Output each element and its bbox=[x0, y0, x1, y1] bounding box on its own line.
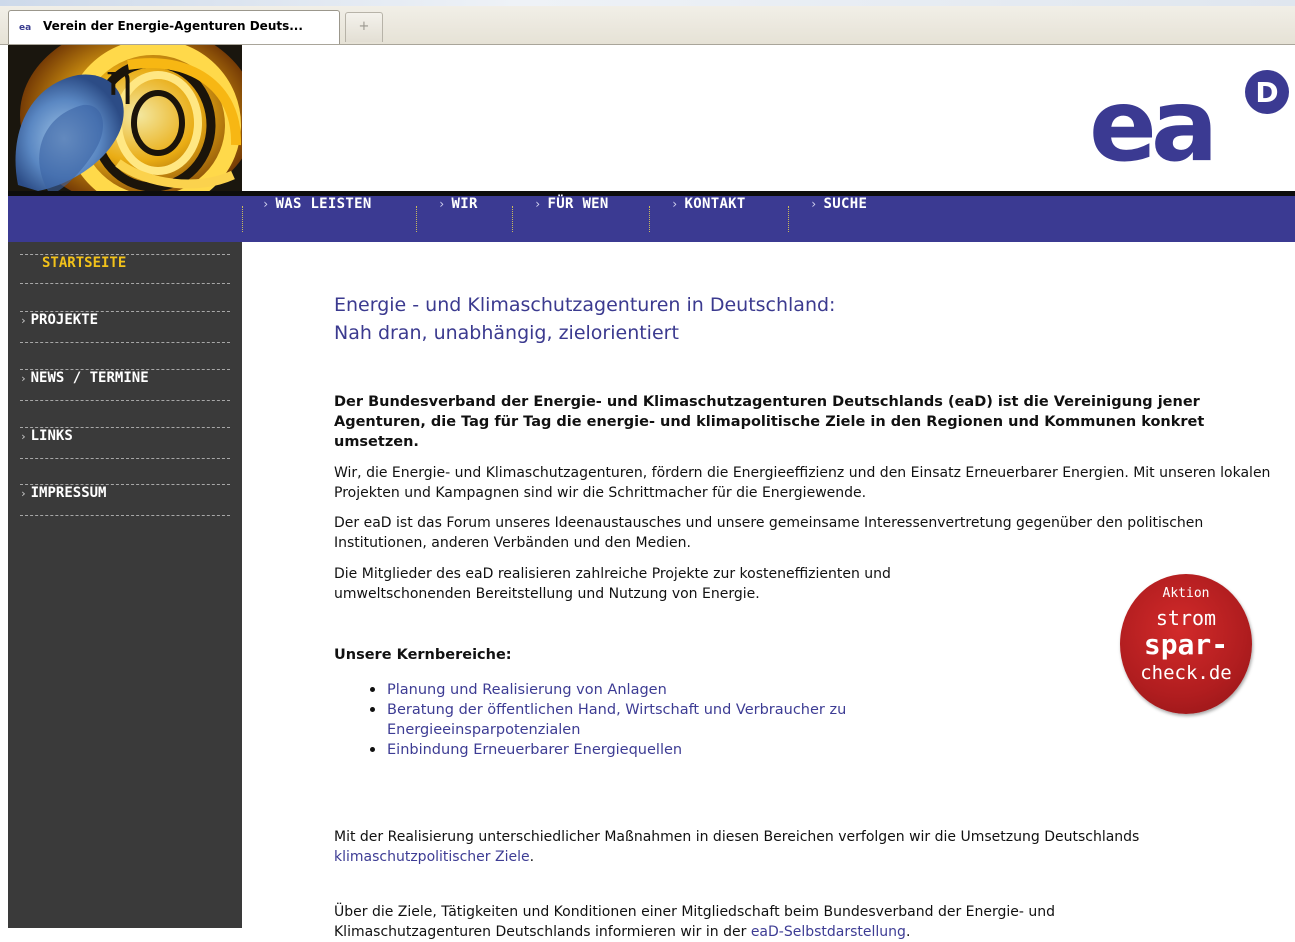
badge-line-2: strom bbox=[1155, 606, 1217, 630]
nav-label: FÜR WEN bbox=[547, 196, 609, 212]
main-content: Energie - und Klimaschutzagenturen in De… bbox=[242, 242, 1295, 940]
paragraph-5-text: Über die Ziele, Tätigkeiten und Konditio… bbox=[334, 904, 1056, 940]
sidebar-item-startseite[interactable]: STARTSEITE bbox=[20, 254, 230, 284]
bullet-icon bbox=[370, 687, 375, 692]
window-top-edge bbox=[0, 0, 1295, 6]
paragraph-4: Mit der Realisierung unterschiedlicher M… bbox=[334, 827, 1289, 867]
favicon-icon: ea bbox=[19, 23, 32, 33]
paragraph-5: Über die Ziele, Tätigkeiten und Konditio… bbox=[334, 902, 1214, 942]
ead-logo[interactable]: ea D bbox=[1085, 70, 1295, 170]
main-navigation: › WAS LEISTEN › WIR › FÜR WEN › KONTAKT › SUC… bbox=[8, 196, 1295, 242]
swirl-logo-graphic: η bbox=[8, 45, 242, 191]
browser-tab-active[interactable]: ea Verein der Energie-Agenturen Deuts... bbox=[8, 10, 340, 44]
paragraph-4-end: . bbox=[529, 849, 535, 865]
badge-line-3: spar- bbox=[1143, 628, 1229, 661]
headline: Energie - und Klimaschutzagenturen in De… bbox=[334, 294, 836, 316]
nav-label: KONTAKT bbox=[684, 196, 746, 212]
stromsparcheck-badge[interactable]: Aktion strom spar- check.de bbox=[1120, 574, 1252, 714]
klimaschutzpolitische-ziele-link[interactable]: klimaschutzpolitischer Ziele bbox=[334, 849, 530, 865]
nav-label: SUCHE bbox=[823, 196, 868, 212]
web-page: η ea D › WAS LEISTEN › WIR › FÜR WEN › KONTA… bbox=[8, 45, 1295, 940]
chevron-right-icon: › bbox=[20, 372, 27, 385]
chevron-right-icon: › bbox=[534, 197, 542, 211]
sidebar-item-label: IMPRESSUM bbox=[30, 485, 107, 501]
nav-separator bbox=[649, 206, 650, 232]
sidebar-item-impressum[interactable]: › IMPRESSUM bbox=[20, 484, 230, 516]
new-tab-button[interactable]: + bbox=[345, 12, 383, 42]
nav-separator bbox=[242, 206, 243, 232]
chevron-right-icon: › bbox=[810, 197, 818, 211]
intro-paragraph: Der Bundesverband der Energie- und Klima… bbox=[334, 394, 1205, 450]
sidebar-item-news-termine[interactable]: › NEWS / TERMINE bbox=[20, 369, 230, 401]
sidebar-item-links[interactable]: › LINKS bbox=[20, 427, 230, 459]
kern-link-beratung[interactable]: Beratung der öffentlichen Hand, Wirtscha… bbox=[387, 702, 846, 738]
kernbereiche-heading: Unsere Kernbereiche: bbox=[334, 647, 512, 663]
badge-line-4: check.de bbox=[1140, 662, 1232, 684]
sidebar-item-label: NEWS / TERMINE bbox=[30, 370, 149, 386]
list-item: Beratung der öffentlichen Hand, Wirtscha… bbox=[362, 700, 982, 740]
chevron-right-icon: › bbox=[671, 197, 679, 211]
tab-title: Verein der Energie-Agenturen Deuts... bbox=[43, 19, 303, 33]
browser-tab-strip: ea Verein der Energie-Agenturen Deuts...… bbox=[0, 0, 1295, 45]
nav-separator bbox=[416, 206, 417, 232]
selbstdarstellung-link[interactable]: eaD-Selbstdarstellung bbox=[751, 924, 906, 940]
sidebar-item-projekte[interactable]: › PROJEKTE bbox=[20, 311, 230, 343]
chevron-right-icon: › bbox=[262, 197, 270, 211]
bullet-icon bbox=[370, 707, 375, 712]
sidebar: STARTSEITE › PROJEKTE › NEWS / TERMINE › LI… bbox=[8, 242, 242, 928]
nav-separator bbox=[788, 206, 789, 232]
ead-logo-letters: ea bbox=[1089, 70, 1212, 170]
bullet-icon bbox=[370, 747, 375, 752]
paragraph-2: Der eaD ist das Forum unseres Ideenausta… bbox=[334, 515, 1204, 551]
ead-logo-superscript: D bbox=[1255, 76, 1278, 109]
nav-separator bbox=[512, 206, 513, 232]
paragraph-3-line-1: Die Mitglieder des eaD realisieren zahlr… bbox=[334, 566, 891, 582]
chevron-right-icon: › bbox=[438, 197, 446, 211]
sidebar-item-label: LINKS bbox=[30, 428, 73, 444]
header-banner: ea D bbox=[242, 45, 1295, 191]
paragraph-4-text: Mit der Realisierung unterschiedlicher M… bbox=[334, 829, 1140, 845]
nav-item-kontakt[interactable]: › KONTAKT bbox=[671, 196, 746, 242]
chevron-right-icon: › bbox=[20, 430, 27, 443]
paragraph-5-end: . bbox=[905, 924, 911, 940]
kernbereiche-list: Planung und Realisierung von Anlagen Ber… bbox=[362, 680, 982, 760]
kern-link-planung[interactable]: Planung und Realisierung von Anlagen bbox=[387, 682, 667, 698]
nav-label: WAS LEISTEN bbox=[275, 196, 372, 212]
eta-letter: η bbox=[106, 55, 132, 106]
nav-item-suche[interactable]: › SUCHE bbox=[810, 196, 867, 242]
paragraph-1: Wir, die Energie- und Klimaschutzagentur… bbox=[334, 465, 1271, 501]
nav-item-fuer-wen[interactable]: › FÜR WEN bbox=[534, 196, 609, 242]
kern-link-einbindung[interactable]: Einbindung Erneuerbarer Energiequellen bbox=[387, 742, 682, 758]
sidebar-item-label: STARTSEITE bbox=[42, 255, 127, 271]
badge-line-1: Aktion bbox=[1162, 586, 1210, 601]
chevron-right-icon: › bbox=[20, 487, 27, 500]
sidebar-item-label: PROJEKTE bbox=[30, 312, 99, 328]
chevron-right-icon: › bbox=[20, 314, 27, 327]
nav-left-spacer bbox=[8, 196, 242, 242]
nav-item-was-leisten[interactable]: › WAS LEISTEN bbox=[262, 196, 372, 242]
site-logo[interactable]: η bbox=[8, 45, 242, 191]
nav-item-wir[interactable]: › WIR bbox=[438, 196, 478, 242]
subheadline: Nah dran, unabhängig, zielorientiert bbox=[334, 322, 679, 344]
list-item: Einbindung Erneuerbarer Energiequellen bbox=[362, 740, 982, 760]
list-item: Planung und Realisierung von Anlagen bbox=[362, 680, 982, 700]
nav-label: WIR bbox=[451, 196, 478, 212]
